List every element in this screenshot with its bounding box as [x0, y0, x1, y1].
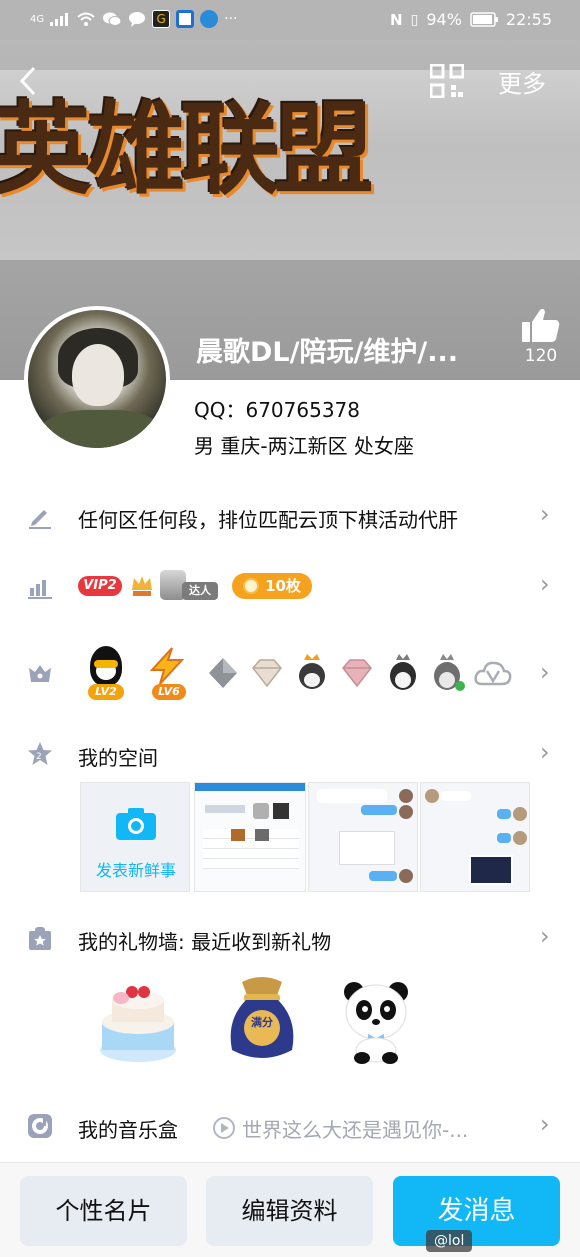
chevron-right-icon: › [540, 1110, 550, 1138]
qq-penguin-gray-icon [390, 654, 416, 690]
edit-pencil-icon [29, 510, 51, 529]
status-left: 4G G ··· [30, 10, 237, 28]
daren-badge: 达人 [160, 570, 220, 602]
star-icon: 2 [28, 742, 52, 765]
cloud-vip-icon [474, 661, 512, 686]
watermark: @lol [426, 1230, 473, 1252]
banner-text: 英雄联盟 [0, 91, 374, 208]
edit-profile-button[interactable]: 编辑资料 [206, 1176, 373, 1246]
vip-row[interactable]: VIP2 达人 10枚 › [0, 556, 580, 616]
lucky-bag-gift-icon: 满分 [230, 977, 294, 1058]
avatar[interactable] [24, 306, 170, 452]
diamond-gray-icon [209, 658, 237, 688]
crown-icon [29, 665, 51, 682]
chevron-right-icon: › [540, 500, 550, 528]
music-disc-icon [28, 1114, 52, 1138]
qr-code-button[interactable] [429, 63, 465, 99]
gift-wall-title: 我的礼物墙: 最近收到新礼物 [78, 930, 332, 954]
profile-page: 4G G ··· N ▯ 94% 22:55 英雄联盟 更多 晨歌DL/陪玩/维… [0, 0, 580, 1257]
chevron-right-icon: › [540, 738, 550, 766]
back-arrow-icon [19, 66, 36, 96]
level-up-icon [28, 580, 52, 599]
diamond-pink-icon [342, 659, 372, 688]
space-photo-3[interactable] [420, 782, 530, 892]
lightning-icon [149, 647, 185, 685]
lv6-lightning-badge: LV6 [146, 646, 190, 702]
space-photo-1[interactable] [194, 782, 306, 892]
play-icon [213, 1117, 235, 1139]
svg-text:2: 2 [36, 752, 42, 762]
chevron-right-icon: › [540, 570, 550, 598]
music-box-row[interactable]: 我的音乐盒 世界这么大还是遇见你-... › [0, 1096, 580, 1156]
app-browser-icon [176, 10, 195, 28]
clock: 22:55 [505, 10, 552, 29]
more-button[interactable]: 更多 [498, 64, 546, 99]
qq-penguin-green-icon [434, 654, 465, 691]
diamond-silver-icon [252, 659, 282, 688]
panda-gift-icon [344, 982, 408, 1064]
space-row[interactable]: 2 我的空间 › [0, 726, 580, 786]
chevron-right-icon: › [540, 658, 550, 686]
battery-percent: 94% [426, 10, 462, 29]
send-message-button[interactable]: 发消息 [393, 1176, 560, 1246]
music-song-title: 世界这么大还是遇见你-... [242, 1118, 469, 1142]
crown-badge-icon [132, 576, 152, 596]
like-button[interactable]: 120 [516, 306, 566, 368]
gift-bag-label: 满分 [251, 1015, 273, 1029]
message-icon [129, 12, 146, 27]
camera-icon [116, 808, 156, 840]
space-photo-2[interactable] [308, 782, 418, 892]
thumbs-up-icon [522, 308, 560, 342]
avatar-face [72, 344, 124, 406]
qq-lv2-badge: LV2 [84, 646, 128, 702]
vip-badge: VIP2 [78, 576, 122, 596]
battery-icon [470, 12, 498, 27]
chevron-right-icon: › [540, 922, 550, 950]
avatar-coat [38, 410, 164, 448]
like-count: 120 [524, 346, 558, 366]
space-title: 我的空间 [78, 746, 158, 770]
qq-number: QQ：670765378 [194, 398, 361, 422]
gift-icon [29, 927, 51, 950]
signature-row[interactable]: 任何区任何段，排位匹配云顶下棋活动代肝 › [0, 486, 580, 546]
vibrate-icon: ▯ [410, 11, 419, 28]
wifi-icon [77, 12, 95, 26]
status-bar: 4G G ··· N ▯ 94% 22:55 [0, 0, 580, 40]
signal-icon: 4G [30, 13, 45, 25]
post-new-tile[interactable]: 发表新鲜事 [80, 782, 190, 892]
signature-text: 任何区任何段，排位匹配云顶下棋活动代肝 [78, 508, 458, 532]
qr-code-icon [429, 63, 465, 99]
card-button[interactable]: 个性名片 [20, 1176, 187, 1246]
qq-crown-icon [299, 654, 325, 689]
signal-bars-icon [50, 13, 69, 26]
status-right: N ▯ 94% 22:55 [390, 10, 552, 29]
profile-info: 男 重庆-两江新区 处女座 [194, 434, 414, 458]
gift-wall-row[interactable]: 我的礼物墙: 最近收到新礼物 › [0, 908, 580, 968]
app-g-icon: G [152, 10, 171, 28]
nfc-icon: N [390, 10, 403, 29]
profile-name: 晨歌DL/陪玩/维护/... [196, 337, 458, 368]
more-notifications-icon: ··· [224, 11, 238, 27]
music-box-title: 我的音乐盒 [78, 1118, 178, 1142]
wechat-icon [103, 12, 122, 26]
post-new-label: 发表新鲜事 [95, 861, 176, 880]
cover-banner[interactable]: 英雄联盟 [0, 70, 580, 260]
back-button[interactable] [16, 64, 46, 98]
cake-gift-icon [100, 986, 176, 1062]
coins-badge: 10枚 [232, 573, 312, 599]
badges-row[interactable]: LV2 LV6 › [0, 640, 580, 710]
app-compass-icon [200, 10, 219, 28]
